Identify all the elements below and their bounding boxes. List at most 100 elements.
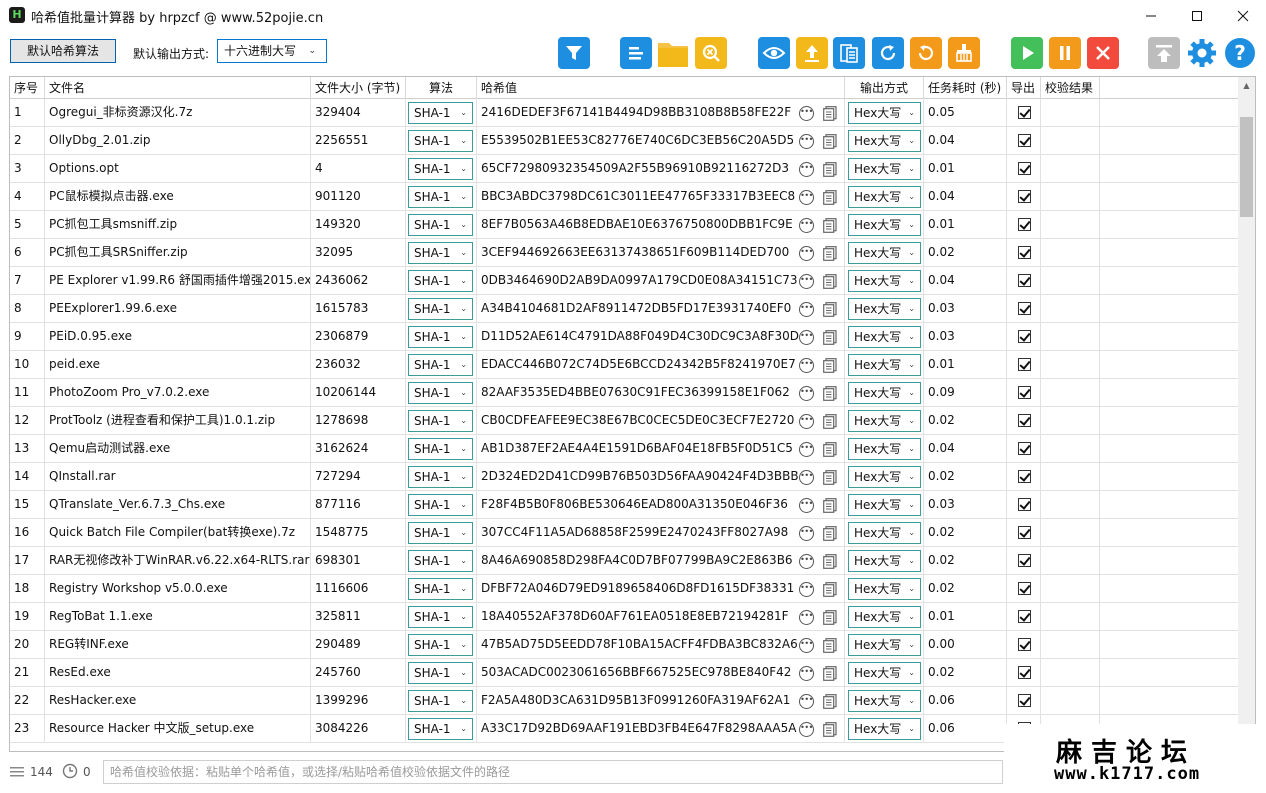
table-row[interactable]: 6 PC抓包工具SRSniffer.zip 32095 3CEF944692663EE… [10, 239, 1239, 267]
algo-select[interactable]: SHA-1 ⌄ [408, 606, 473, 628]
copy-icon[interactable] [823, 554, 837, 569]
table-row[interactable]: 22 ResHacker.exe 1399296 F2A5A480D3CA631D95… [10, 687, 1239, 715]
more-icon[interactable]: ••• [799, 414, 814, 429]
open-folder-button[interactable] [657, 37, 689, 69]
more-icon[interactable]: ••• [799, 554, 814, 569]
output-select[interactable]: Hex大写 ⌄ [848, 550, 921, 572]
algo-select[interactable]: SHA-1 ⌄ [408, 662, 473, 684]
more-icon[interactable]: ••• [799, 190, 814, 205]
more-icon[interactable]: ••• [799, 694, 814, 709]
output-select[interactable]: Hex大写 ⌄ [848, 634, 921, 656]
output-select[interactable]: Hex大写 ⌄ [848, 130, 921, 152]
export-checkbox[interactable] [1018, 498, 1031, 511]
export-checkbox[interactable] [1018, 638, 1031, 651]
copy-icon[interactable] [823, 246, 837, 261]
more-icon[interactable]: ••• [799, 666, 814, 681]
algo-select[interactable]: SHA-1 ⌄ [408, 354, 473, 376]
output-select[interactable]: Hex大写 ⌄ [848, 270, 921, 292]
export-checkbox[interactable] [1018, 666, 1031, 679]
table-row[interactable]: 12 ProtToolz (进程查看和保护工具)1.0.1.zip 1278698 C… [10, 407, 1239, 435]
copy-icon[interactable] [823, 526, 837, 541]
output-select[interactable]: Hex大写 ⌄ [848, 466, 921, 488]
output-select[interactable]: Hex大写 ⌄ [848, 186, 921, 208]
table-row[interactable]: 9 PEiD.0.95.exe 2306879 D11D52AE614C4791DA8… [10, 323, 1239, 351]
copy-icon[interactable] [823, 582, 837, 597]
export-checkbox[interactable] [1018, 106, 1031, 119]
col-header-hash[interactable]: 哈希值 [477, 77, 845, 99]
table-row[interactable]: 20 REG转INF.exe 290489 47B5AD75D5EEDD78F10BA… [10, 631, 1239, 659]
table-row[interactable]: 19 RegToBat 1.1.exe 325811 18A40552AF378D60… [10, 603, 1239, 631]
filter-button[interactable] [558, 37, 590, 69]
output-select[interactable]: Hex大写 ⌄ [848, 242, 921, 264]
list-button[interactable] [620, 37, 652, 69]
output-select[interactable]: Hex大写 ⌄ [848, 690, 921, 712]
algo-select[interactable]: SHA-1 ⌄ [408, 718, 473, 740]
hash-list-button[interactable] [833, 37, 865, 69]
refresh-button[interactable] [872, 37, 904, 69]
more-icon[interactable]: ••• [799, 638, 814, 653]
more-icon[interactable]: ••• [799, 526, 814, 541]
output-select[interactable]: Hex大写 ⌄ [848, 438, 921, 460]
copy-icon[interactable] [823, 498, 837, 513]
export-checkbox[interactable] [1018, 134, 1031, 147]
export-checkbox[interactable] [1018, 330, 1031, 343]
algo-select[interactable]: SHA-1 ⌄ [408, 326, 473, 348]
table-row[interactable]: 13 Qemu启动测试器.exe 3162624 AB1D387EF2AE4A4E15… [10, 435, 1239, 463]
export-checkbox[interactable] [1018, 358, 1031, 371]
copy-icon[interactable] [823, 414, 837, 429]
output-select[interactable]: Hex大写 ⌄ [848, 298, 921, 320]
minimize-button[interactable] [1128, 0, 1174, 31]
table-row[interactable]: 10 peid.exe 236032 EDACC446B072C74D5E6BCCD2… [10, 351, 1239, 379]
algo-select[interactable]: SHA-1 ⌄ [408, 382, 473, 404]
export-button[interactable] [1148, 37, 1180, 69]
algo-select[interactable]: SHA-1 ⌄ [408, 466, 473, 488]
default-output-select[interactable]: 十六进制大写 ⌄ [217, 39, 327, 63]
output-select[interactable]: Hex大写 ⌄ [848, 354, 921, 376]
algo-select[interactable]: SHA-1 ⌄ [408, 298, 473, 320]
close-window-button[interactable] [1220, 0, 1266, 31]
clear-list-button[interactable] [948, 37, 980, 69]
export-checkbox[interactable] [1018, 190, 1031, 203]
algo-select[interactable]: SHA-1 ⌄ [408, 690, 473, 712]
import-button[interactable] [796, 37, 828, 69]
table-row[interactable]: 21 ResEd.exe 245760 503ACADC0023061656BBF66… [10, 659, 1239, 687]
help-button[interactable]: ? [1224, 37, 1256, 69]
more-icon[interactable]: ••• [799, 246, 814, 261]
algo-select[interactable]: SHA-1 ⌄ [408, 438, 473, 460]
export-checkbox[interactable] [1018, 218, 1031, 231]
output-select[interactable]: Hex大写 ⌄ [848, 494, 921, 516]
table-row[interactable]: 8 PEExplorer1.99.6.exe 1615783 A34B4104681D… [10, 295, 1239, 323]
output-select[interactable]: Hex大写 ⌄ [848, 382, 921, 404]
more-icon[interactable]: ••• [799, 498, 814, 513]
algo-select[interactable]: SHA-1 ⌄ [408, 102, 473, 124]
more-icon[interactable]: ••• [799, 358, 814, 373]
output-select[interactable]: Hex大写 ⌄ [848, 662, 921, 684]
output-select[interactable]: Hex大写 ⌄ [848, 718, 921, 740]
output-select[interactable]: Hex大写 ⌄ [848, 606, 921, 628]
col-header-verify[interactable]: 校验结果 [1041, 77, 1100, 99]
copy-icon[interactable] [823, 694, 837, 709]
col-header-time[interactable]: 任务耗时 (秒) [924, 77, 1007, 99]
output-select[interactable]: Hex大写 ⌄ [848, 214, 921, 236]
table-row[interactable]: 11 PhotoZoom Pro_v7.0.2.exe 10206144 82AAF3… [10, 379, 1239, 407]
table-row[interactable]: 2 OllyDbg_2.01.zip 2256551 E5539502B1EE53C8… [10, 127, 1239, 155]
table-row[interactable]: 15 QTranslate_Ver.6.7.3_Chs.exe 877116 F28F… [10, 491, 1239, 519]
algo-select[interactable]: SHA-1 ⌄ [408, 158, 473, 180]
more-icon[interactable]: ••• [799, 610, 814, 625]
table-row[interactable]: 1 Ogregui_非标资源汉化.7z 329404 2416DEDEF3F67141… [10, 99, 1239, 127]
output-select[interactable]: Hex大写 ⌄ [848, 522, 921, 544]
export-checkbox[interactable] [1018, 302, 1031, 315]
copy-icon[interactable] [823, 386, 837, 401]
more-icon[interactable]: ••• [799, 302, 814, 317]
copy-icon[interactable] [823, 638, 837, 653]
col-header-filename[interactable]: 文件名 [45, 77, 311, 99]
copy-icon[interactable] [823, 442, 837, 457]
copy-icon[interactable] [823, 274, 837, 289]
settings-button[interactable] [1186, 37, 1218, 69]
export-checkbox[interactable] [1018, 694, 1031, 707]
more-icon[interactable]: ••• [799, 218, 814, 233]
copy-icon[interactable] [823, 666, 837, 681]
export-checkbox[interactable] [1018, 246, 1031, 259]
maximize-button[interactable] [1174, 0, 1220, 31]
copy-icon[interactable] [823, 610, 837, 625]
